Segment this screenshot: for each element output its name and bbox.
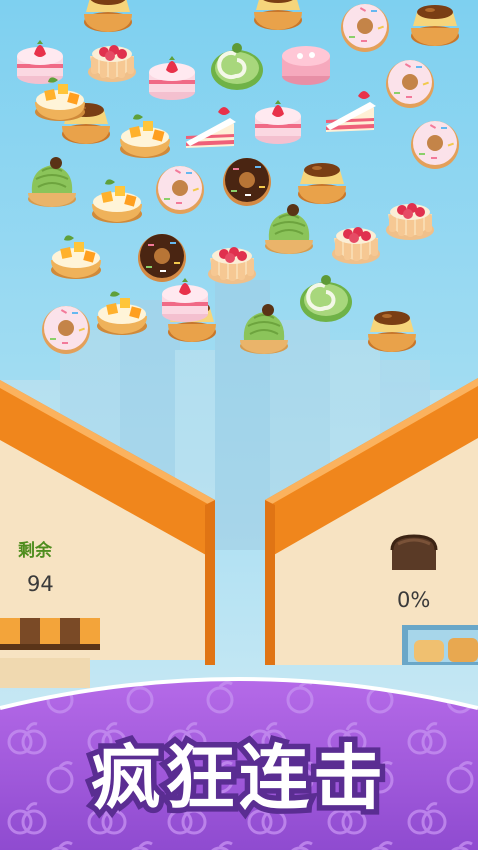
remaining-label: 剩余 bbox=[18, 541, 52, 561]
dessert-donut-chocolate-icon[interactable] bbox=[223, 158, 271, 206]
dessert-flan-tart-icon[interactable] bbox=[254, 0, 302, 30]
bread-display-window bbox=[402, 625, 478, 665]
dessert-raspberry-charlotte-icon[interactable] bbox=[208, 247, 256, 284]
dessert-raspberry-charlotte-icon[interactable] bbox=[332, 227, 380, 264]
dessert-donut-pink-icon[interactable] bbox=[156, 166, 204, 214]
banner-title: 疯狂连击 bbox=[86, 732, 389, 825]
bread-target-icon bbox=[390, 534, 438, 572]
dessert-flan-tart-icon[interactable] bbox=[298, 163, 346, 204]
dessert-pink-mousse-icon[interactable] bbox=[282, 46, 330, 85]
dessert-flan-tart-icon[interactable] bbox=[411, 5, 459, 46]
dessert-flan-tart-icon[interactable] bbox=[368, 311, 416, 352]
dessert-raspberry-charlotte-icon[interactable] bbox=[386, 203, 434, 240]
progress-percent: 0% bbox=[397, 588, 431, 612]
dessert-donut-pink-icon[interactable] bbox=[411, 121, 459, 169]
dessert-donut-pink-icon[interactable] bbox=[42, 306, 90, 354]
dessert-donut-pink-icon[interactable] bbox=[341, 4, 389, 52]
dessert-raspberry-charlotte-icon[interactable] bbox=[88, 45, 136, 82]
remaining-count: 94 bbox=[27, 572, 54, 596]
dessert-flan-tart-icon[interactable] bbox=[84, 0, 132, 32]
dessert-donut-pink-icon[interactable] bbox=[386, 60, 434, 108]
dessert-donut-chocolate-icon[interactable] bbox=[138, 234, 186, 282]
